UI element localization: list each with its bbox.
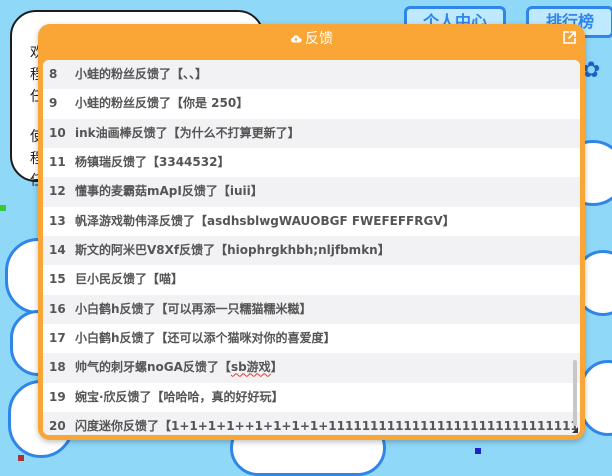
list-item: 12 懂事的麦霸菇mApI反馈了【iuii】 bbox=[43, 177, 580, 207]
decorative-dot bbox=[475, 448, 481, 454]
item-number: 15 bbox=[49, 272, 66, 287]
dialog-title: 反馈 bbox=[305, 31, 333, 47]
item-number: 8 bbox=[49, 67, 58, 81]
list-item: 16 小白鹤h反馈了【可以再添一只糯猫糯米糍】 bbox=[43, 294, 580, 325]
item-number: 10 bbox=[49, 125, 66, 140]
item-number: 17 bbox=[49, 331, 66, 346]
item-text: 懂事的麦霸菇mApI反馈了【iuii】 bbox=[75, 184, 263, 199]
list-item: 13 帆泽游戏勒伟泽反馈了【asdhsblwgWAUOBGF FWEFEFFRGV… bbox=[43, 206, 580, 237]
item-text: 帅气的刺牙螺noGA反馈了【sb游戏】 bbox=[69, 353, 283, 382]
list-item: 15 巨小民反馈了【喵】 bbox=[43, 265, 580, 295]
item-number: 14 bbox=[49, 243, 66, 258]
decorative-dot bbox=[0, 205, 6, 211]
item-number: 18 bbox=[49, 360, 66, 375]
spellcheck-marked-text: sb游戏 bbox=[230, 360, 271, 375]
item-text: 杨镇瑞反馈了【3344532】 bbox=[75, 155, 230, 170]
item-number: 12 bbox=[49, 184, 66, 199]
feedback-list: 8 小蛙的粉丝反馈了【、、】 9 小蛙的粉丝反馈了【你是 250】 10 ink油画棒… bbox=[43, 60, 580, 435]
list-item: 10 ink油画棒反馈了【为什么不打算更新了】 bbox=[43, 118, 580, 149]
item-text: 小白鹤h反馈了【可以再添一只糯猫糯米糍】 bbox=[75, 301, 312, 316]
scrollbar[interactable] bbox=[572, 60, 580, 435]
scrollbar-thumb[interactable] bbox=[573, 360, 577, 426]
resize-handle-icon[interactable] bbox=[572, 427, 578, 433]
decorative-dot bbox=[18, 455, 24, 461]
item-number: 20 bbox=[49, 419, 66, 434]
item-text: 小白鹤h反馈了【还可以添个猫咪对你的喜爱度】 bbox=[75, 331, 336, 346]
item-number: 13 bbox=[49, 213, 66, 228]
feedback-dialog: 反馈 8 小蛙的粉丝反馈了【、、】 9 小蛙的粉丝反馈了【你是 250】 10 ink… bbox=[38, 24, 585, 440]
list-item: 14 斯文的阿米巴V8Xf反馈了【hiophrgkhbh;nljfbmkn】 bbox=[43, 236, 580, 266]
item-number: 11 bbox=[49, 155, 66, 170]
item-text: 斯文的阿米巴V8Xf反馈了【hiophrgkhbh;nljfbmkn】 bbox=[75, 243, 390, 258]
item-text-suffix: 】 bbox=[270, 360, 283, 375]
item-text: 小蛙的粉丝反馈了【你是 250】 bbox=[75, 96, 249, 111]
item-number: 16 bbox=[49, 301, 66, 316]
list-item: 20 闪度迷你反馈了【1+1+1+1++1+1+1+1+1111111111111… bbox=[43, 412, 580, 435]
item-text-prefix: 帅气的刺牙螺noGA反馈了【 bbox=[75, 360, 231, 375]
list-item: 8 小蛙的粉丝反馈了【、、】 bbox=[43, 60, 580, 90]
item-text: 小蛙的粉丝反馈了【、、】 bbox=[75, 67, 208, 81]
external-link-icon[interactable] bbox=[562, 30, 577, 45]
list-item: 9 小蛙的粉丝反馈了【你是 250】 bbox=[43, 89, 580, 119]
dialog-header: 反馈 bbox=[38, 24, 585, 54]
item-number: 9 bbox=[49, 96, 58, 111]
list-item: 17 小白鹤h反馈了【还可以添个猫咪对你的喜爱度】 bbox=[43, 324, 580, 354]
list-item: 11 杨镇瑞反馈了【3344532】 bbox=[43, 148, 580, 178]
item-text: 巨小民反馈了【喵】 bbox=[75, 272, 184, 287]
item-text: 婉宝·欣反馈了【哈哈哈，真的好好玩】 bbox=[75, 389, 284, 404]
item-text: ink油画棒反馈了【为什么不打算更新了】 bbox=[75, 125, 300, 140]
item-text: 闪度迷你反馈了【1+1+1+1++1+1+1+1+111111111111111… bbox=[75, 419, 580, 434]
list-item: 18 帅气的刺牙螺noGA反馈了【sb游戏】 bbox=[43, 353, 580, 383]
item-number: 19 bbox=[49, 389, 66, 404]
cloud-upload-icon bbox=[291, 34, 302, 42]
item-text: 帆泽游戏勒伟泽反馈了【asdhsblwgWAUOBGF FWEFEFFRGV】 bbox=[75, 213, 455, 228]
list-item: 19 婉宝·欣反馈了【哈哈哈，真的好好玩】 bbox=[43, 382, 580, 413]
feedback-list-container[interactable]: 8 小蛙的粉丝反馈了【、、】 9 小蛙的粉丝反馈了【你是 250】 10 ink油画棒… bbox=[43, 60, 580, 435]
